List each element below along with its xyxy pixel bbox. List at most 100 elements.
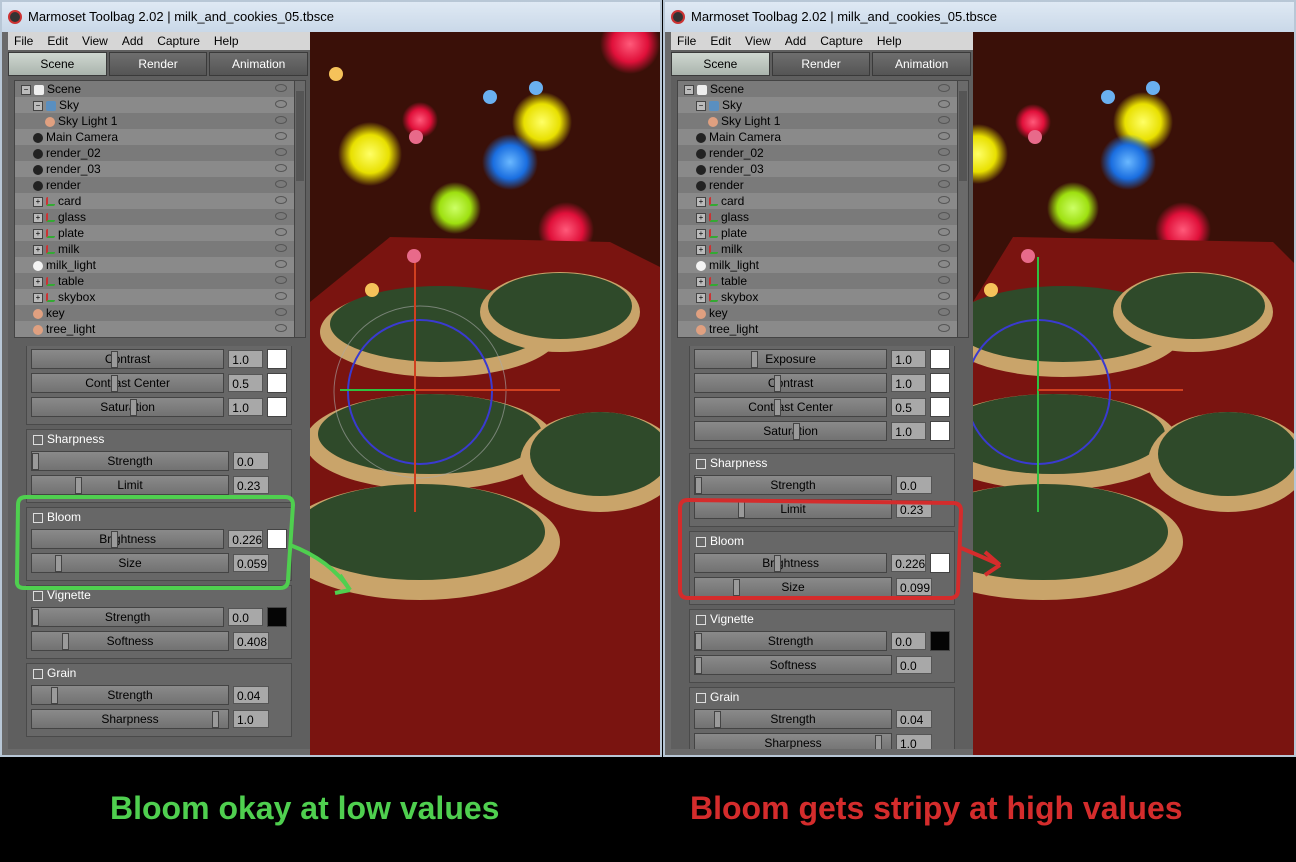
- expand-toggle[interactable]: −: [696, 100, 706, 111]
- tree-row[interactable]: milk_light: [678, 257, 968, 273]
- property-value-field[interactable]: 0.0: [896, 656, 932, 674]
- slider-knob[interactable]: [111, 531, 118, 548]
- expand-toggle[interactable]: +: [33, 276, 43, 287]
- tree-row[interactable]: + table: [678, 273, 968, 289]
- slider-knob[interactable]: [62, 633, 69, 650]
- tree-row[interactable]: render: [678, 177, 968, 193]
- visibility-eye-icon[interactable]: [938, 164, 950, 172]
- property-value-field[interactable]: 1.0: [233, 710, 269, 728]
- slider-knob[interactable]: [55, 555, 62, 572]
- slider-knob[interactable]: [51, 687, 58, 704]
- color-swatch[interactable]: [930, 373, 950, 393]
- tree-row[interactable]: + skybox: [15, 289, 305, 305]
- tree-row[interactable]: render_03: [678, 161, 968, 177]
- property-value-field[interactable]: 1.0: [891, 422, 927, 440]
- tree-row[interactable]: render_02: [15, 145, 305, 161]
- tree-row[interactable]: + card: [678, 193, 968, 209]
- property-slider[interactable]: Strength: [31, 451, 229, 471]
- tree-row[interactable]: milk_light: [15, 257, 305, 273]
- menu-edit[interactable]: Edit: [710, 32, 731, 50]
- tree-row[interactable]: + plate: [678, 225, 968, 241]
- tree-row[interactable]: key: [678, 305, 968, 321]
- expand-toggle[interactable]: −: [21, 84, 31, 95]
- slider-knob[interactable]: [774, 375, 781, 392]
- property-value-field[interactable]: 1.0: [228, 350, 264, 368]
- expand-toggle[interactable]: +: [696, 244, 706, 255]
- color-swatch[interactable]: [930, 631, 950, 651]
- group-header[interactable]: Grain: [31, 666, 287, 680]
- slider-knob[interactable]: [111, 375, 118, 392]
- expand-toggle[interactable]: +: [33, 292, 43, 303]
- menu-help[interactable]: Help: [214, 32, 239, 50]
- group-header[interactable]: Sharpness: [694, 456, 950, 470]
- expand-toggle[interactable]: +: [696, 228, 706, 239]
- visibility-eye-icon[interactable]: [275, 276, 287, 284]
- tree-row[interactable]: Main Camera: [678, 129, 968, 145]
- slider-knob[interactable]: [695, 633, 702, 650]
- slider-knob[interactable]: [130, 399, 137, 416]
- visibility-eye-icon[interactable]: [275, 180, 287, 188]
- tree-row[interactable]: render_02: [678, 145, 968, 161]
- property-slider[interactable]: Sharpness: [31, 709, 229, 729]
- group-header[interactable]: Grain: [694, 690, 950, 704]
- expand-toggle[interactable]: +: [696, 196, 706, 207]
- visibility-eye-icon[interactable]: [938, 180, 950, 188]
- menu-view[interactable]: View: [745, 32, 771, 50]
- slider-knob[interactable]: [695, 657, 702, 674]
- tree-row[interactable]: + glass: [15, 209, 305, 225]
- collapse-icon[interactable]: [696, 614, 706, 625]
- property-slider[interactable]: Contrast: [694, 373, 888, 393]
- expand-toggle[interactable]: −: [33, 100, 43, 111]
- slider-knob[interactable]: [774, 555, 781, 572]
- menu-file[interactable]: File: [677, 32, 696, 50]
- group-header[interactable]: Bloom: [694, 534, 950, 548]
- tree-row[interactable]: − Scene: [678, 81, 968, 97]
- visibility-eye-icon[interactable]: [275, 212, 287, 220]
- menu-add[interactable]: Add: [785, 32, 806, 50]
- tree-row[interactable]: + glass: [678, 209, 968, 225]
- visibility-eye-icon[interactable]: [938, 228, 950, 236]
- menu-help[interactable]: Help: [877, 32, 902, 50]
- slider-knob[interactable]: [111, 351, 118, 368]
- scrollbar[interactable]: [957, 81, 968, 337]
- expand-toggle[interactable]: +: [696, 212, 706, 223]
- visibility-eye-icon[interactable]: [938, 276, 950, 284]
- property-value-field[interactable]: 0.226: [228, 530, 264, 548]
- property-value-field[interactable]: 1.0: [896, 734, 932, 749]
- color-swatch[interactable]: [930, 349, 950, 369]
- menu-capture[interactable]: Capture: [157, 32, 200, 50]
- expand-toggle[interactable]: +: [33, 212, 43, 223]
- color-swatch[interactable]: [930, 553, 950, 573]
- slider-knob[interactable]: [733, 579, 740, 596]
- visibility-eye-icon[interactable]: [275, 132, 287, 140]
- tree-row[interactable]: + milk: [15, 241, 305, 257]
- slider-knob[interactable]: [774, 399, 781, 416]
- property-slider[interactable]: Strength: [694, 631, 888, 651]
- visibility-eye-icon[interactable]: [275, 116, 287, 124]
- tree-row[interactable]: Sky Light 1: [15, 113, 305, 129]
- visibility-eye-icon[interactable]: [938, 212, 950, 220]
- slider-knob[interactable]: [875, 735, 882, 749]
- color-swatch[interactable]: [267, 529, 287, 549]
- property-value-field[interactable]: 1.0: [891, 350, 927, 368]
- property-value-field[interactable]: 1.0: [228, 398, 264, 416]
- expand-toggle[interactable]: −: [684, 84, 694, 95]
- menu-add[interactable]: Add: [122, 32, 143, 50]
- color-swatch[interactable]: [267, 607, 287, 627]
- property-value-field[interactable]: 0.04: [233, 686, 269, 704]
- collapse-icon[interactable]: [696, 536, 706, 547]
- tree-row[interactable]: − Sky: [678, 97, 968, 113]
- property-value-field[interactable]: 0.04: [896, 710, 932, 728]
- slider-knob[interactable]: [212, 711, 219, 728]
- property-slider[interactable]: Size: [694, 577, 892, 597]
- property-slider[interactable]: Strength: [31, 685, 229, 705]
- scrollbar-thumb[interactable]: [959, 91, 967, 181]
- property-slider[interactable]: Softness: [694, 655, 892, 675]
- tree-row[interactable]: Main Camera: [15, 129, 305, 145]
- color-swatch[interactable]: [267, 349, 287, 369]
- tree-row[interactable]: − Sky: [15, 97, 305, 113]
- slider-knob[interactable]: [714, 711, 721, 728]
- visibility-eye-icon[interactable]: [938, 196, 950, 204]
- visibility-eye-icon[interactable]: [938, 324, 950, 332]
- scrollbar[interactable]: [294, 81, 305, 337]
